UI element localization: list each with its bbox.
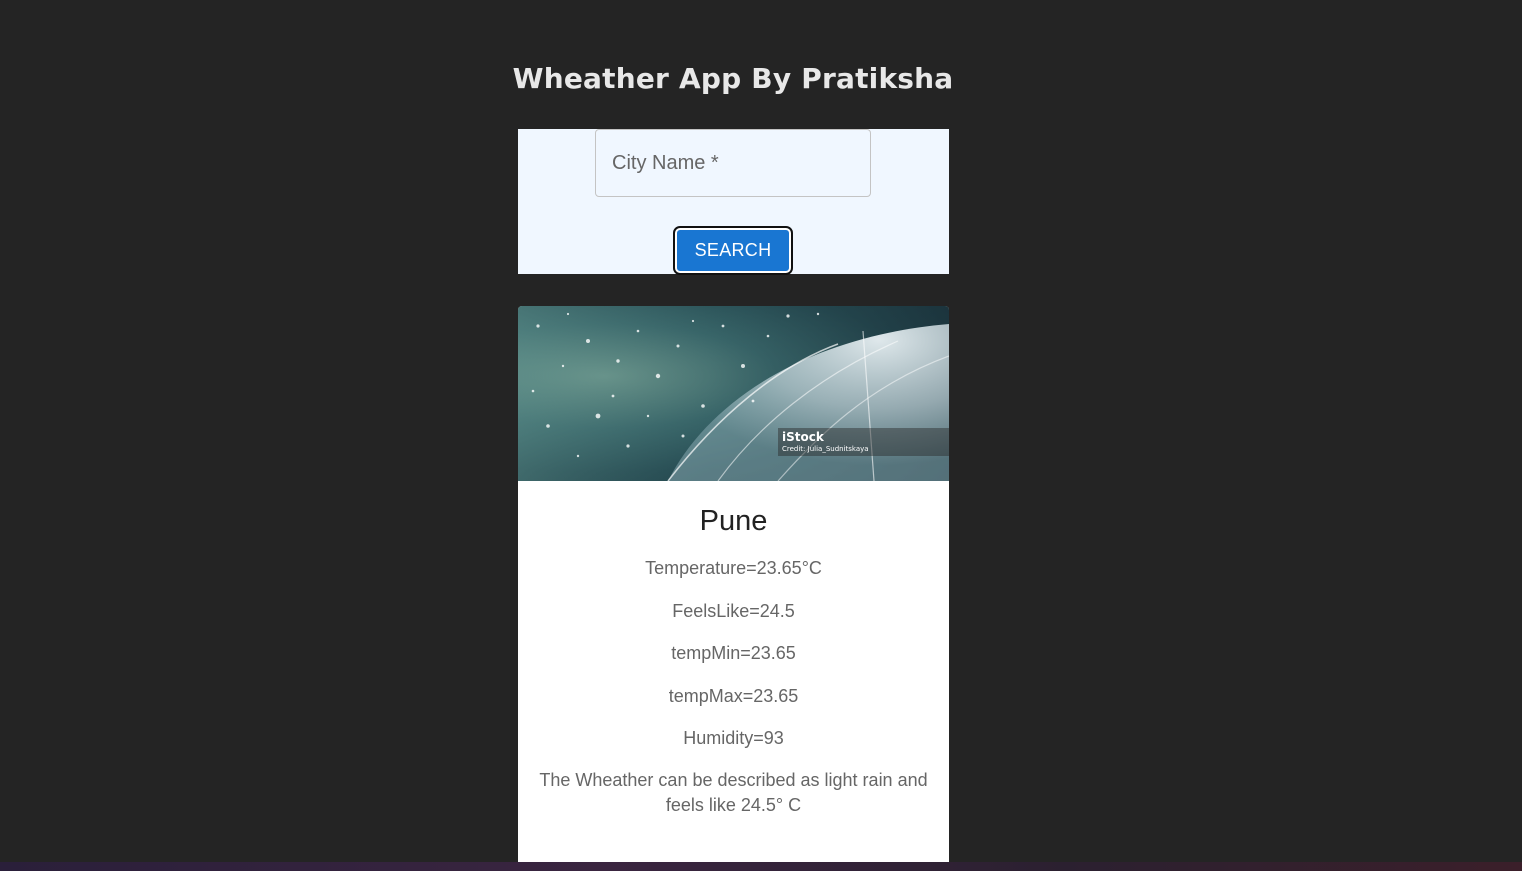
watermark-brand: iStock bbox=[782, 430, 824, 444]
card-content: Pune Temperature=23.65°C FeelsLike=24.5 … bbox=[518, 503, 949, 818]
humidity-text: Humidity=93 bbox=[683, 728, 784, 748]
watermark-credit: Credit: Julia_Sudnitskaya bbox=[782, 445, 869, 453]
search-form: Search bbox=[518, 129, 949, 275]
temp-max-text: tempMax=23.65 bbox=[668, 685, 799, 706]
weather-image: iStock Credit: Julia_Sudnitskaya bbox=[518, 306, 949, 481]
weather-description: The Wheather can be described as light r… bbox=[539, 770, 928, 815]
page-title: Wheather App By Pratiksha bbox=[512, 62, 954, 95]
istock-watermark: iStock Credit: Julia_Sudnitskaya bbox=[778, 428, 949, 456]
city-name-input[interactable] bbox=[596, 130, 870, 196]
search-button[interactable]: Search bbox=[673, 226, 793, 275]
weather-card: iStock Credit: Julia_Sudnitskaya Pune Te… bbox=[518, 306, 949, 871]
page: Wheather App By Pratiksha Search bbox=[0, 0, 1522, 871]
city-name-field[interactable] bbox=[595, 129, 871, 197]
temperature-text: Temperature=23.65°C bbox=[645, 558, 822, 578]
temp-min-text: tempMin=23.65 bbox=[671, 643, 796, 663]
window-bottom-edge bbox=[0, 862, 1522, 871]
feels-like-text: FeelsLike=24.5 bbox=[672, 600, 795, 621]
city-name-heading: Pune bbox=[699, 505, 768, 537]
